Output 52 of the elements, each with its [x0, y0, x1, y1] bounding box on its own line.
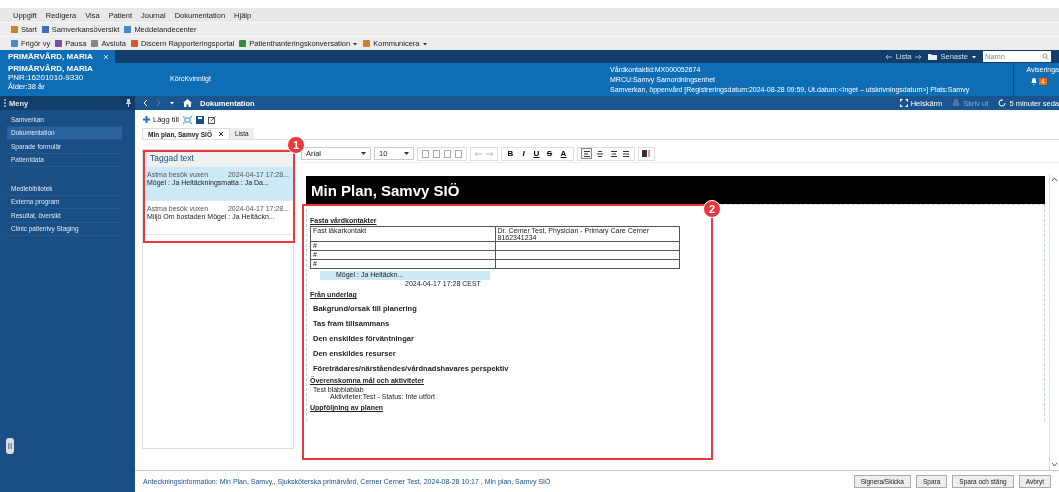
toolbar-icon	[90, 39, 100, 48]
caret-icon	[971, 53, 977, 60]
pin-icon	[126, 99, 131, 107]
edit-icon	[207, 115, 216, 124]
align-icon	[621, 149, 630, 158]
patient-name: PRIMÄRVÅRD, MARIA	[8, 64, 94, 73]
toolbar-icon	[362, 39, 372, 48]
fullscreen-icon	[899, 99, 908, 107]
align-button[interactable]	[620, 148, 631, 159]
format-button[interactable]: I	[518, 148, 529, 159]
align-button[interactable]	[594, 148, 605, 159]
grip-handle-icon[interactable]	[6, 438, 14, 454]
save-icon	[195, 115, 204, 124]
format-button[interactable]: U	[531, 148, 542, 159]
right-arrow-icon	[914, 53, 923, 60]
patient-tab-name: PRIMÄRVÅRD, MARIA	[8, 52, 93, 61]
align-icon	[608, 149, 617, 158]
redo-icon	[485, 150, 494, 157]
home-icon	[183, 99, 192, 107]
format-button[interactable]: S	[544, 148, 555, 159]
patient-id: PNR:16201010-9330	[8, 73, 85, 82]
close-icon	[217, 131, 224, 137]
callout-number: 1	[287, 136, 305, 154]
forward-icon	[156, 99, 161, 107]
align-button[interactable]	[581, 148, 592, 159]
document-title: Min Plan, Samvy SIÖ	[306, 176, 1045, 204]
caret-icon	[169, 100, 175, 106]
undo-icon	[474, 150, 483, 157]
clipboard-button-group[interactable]	[417, 146, 467, 161]
toolbar-icon	[238, 39, 248, 48]
patient-tab[interactable]: PRIMÄRVÅRD, MARIA	[0, 50, 115, 63]
caret-icon	[404, 151, 409, 156]
insert-icon	[642, 149, 651, 158]
refresh-icon	[998, 99, 1007, 107]
left-arrow-icon	[884, 53, 893, 60]
caret-icon	[352, 40, 359, 47]
search-icon	[1042, 53, 1049, 60]
caret-icon	[361, 151, 366, 156]
plus-icon	[143, 116, 150, 123]
font-color-button[interactable]: A	[557, 148, 570, 159]
caret-icon	[421, 40, 428, 47]
align-icon	[582, 149, 591, 158]
scrollbar[interactable]	[1049, 174, 1059, 470]
format-button[interactable]: B	[505, 148, 516, 159]
printer-icon	[952, 99, 961, 107]
close-icon	[102, 53, 109, 60]
align-icon	[595, 149, 604, 158]
back-icon	[143, 99, 148, 107]
expand-icon	[182, 115, 192, 124]
align-button-group[interactable]	[577, 146, 635, 161]
folder-icon	[928, 53, 938, 60]
bell-icon	[1030, 77, 1039, 85]
